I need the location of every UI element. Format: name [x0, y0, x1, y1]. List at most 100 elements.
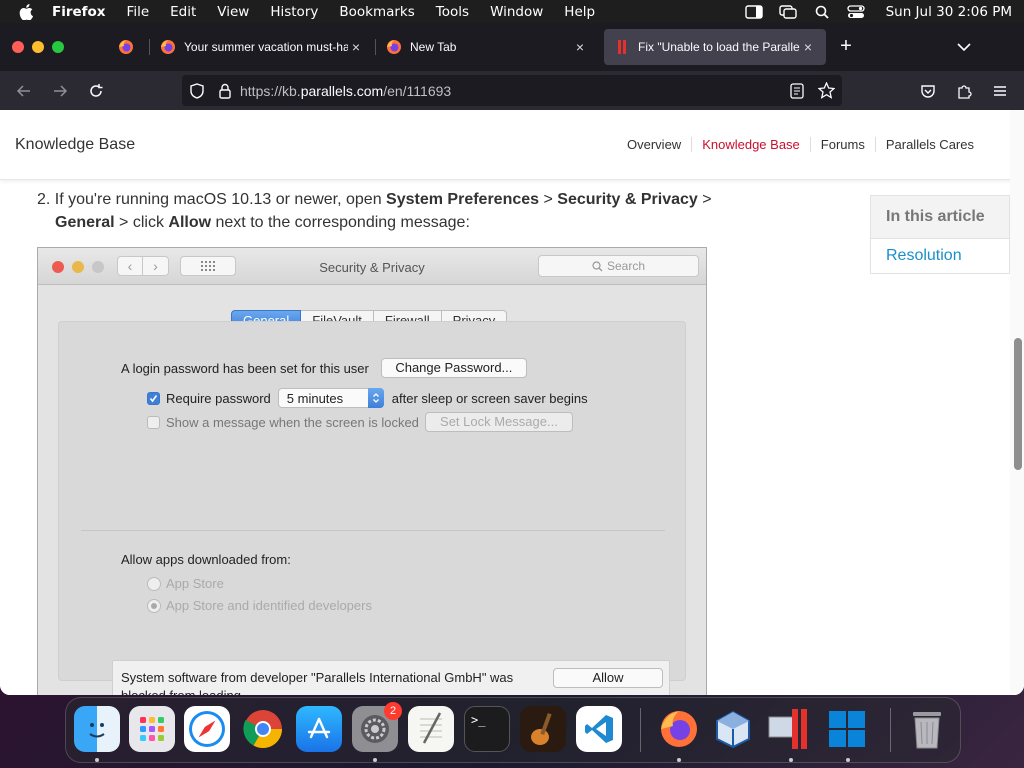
lock-icon[interactable] — [218, 83, 232, 99]
nav-parallels-cares[interactable]: Parallels Cares — [874, 137, 984, 152]
radio-selected-icon — [147, 598, 161, 613]
firefox-icon[interactable] — [656, 706, 702, 752]
allow-apps-label: Allow apps downloaded from: — [121, 552, 291, 567]
toc-link-resolution[interactable]: Resolution — [871, 239, 1009, 273]
dock: 2 >_ — [65, 697, 961, 763]
safari-icon[interactable] — [184, 706, 230, 752]
finder-icon[interactable] — [74, 706, 120, 752]
table-of-contents: In this article Resolution — [870, 195, 1010, 274]
extensions-puzzle-icon[interactable] — [952, 79, 976, 103]
forward-arrow-icon[interactable] — [48, 79, 72, 103]
screenshot-titlebar: ‹ › Security & Privacy Search — [38, 248, 706, 285]
back-arrow-icon[interactable] — [12, 79, 36, 103]
step-text: If you're running macOS 10.13 or newer, … — [54, 191, 387, 208]
sidebar-toggle-icon[interactable] — [744, 4, 764, 20]
article-content: 2. If you're running macOS 10.13 or newe… — [0, 180, 1010, 695]
firefox-icon — [119, 40, 133, 54]
control-center-icon[interactable] — [846, 4, 866, 20]
tracking-protection-shield-icon[interactable] — [190, 82, 206, 99]
radio-unselected-icon — [147, 576, 161, 591]
firefox-icon — [387, 40, 401, 54]
page-scrollbar-thumb[interactable] — [1014, 338, 1022, 470]
menu-view[interactable]: View — [217, 4, 249, 20]
menu-app-name[interactable]: Firefox — [52, 4, 106, 20]
dock-separator — [640, 708, 641, 752]
menu-window[interactable]: Window — [490, 4, 543, 20]
tab-summer-vacation[interactable]: Your summer vacation must-hav × — [150, 29, 374, 65]
zoom-window-button[interactable] — [52, 41, 64, 53]
hamburger-menu-icon[interactable] — [988, 79, 1012, 103]
menu-history[interactable]: History — [270, 4, 318, 20]
menu-file[interactable]: File — [127, 4, 150, 20]
step-text: > click — [114, 214, 169, 231]
menu-edit[interactable]: Edit — [170, 4, 196, 20]
url-text: https://kb.parallels.com/en/111693 — [240, 83, 451, 99]
apple-icon[interactable] — [16, 3, 36, 20]
system-settings-icon[interactable]: 2 — [352, 702, 402, 752]
spotlight-search-icon[interactable] — [812, 4, 832, 20]
trash-icon[interactable] — [904, 706, 950, 752]
tab-title: New Tab — [410, 40, 457, 54]
require-password-label: Require password — [166, 390, 271, 406]
step-bold-allow: Allow — [168, 214, 212, 231]
bookmark-star-icon[interactable] — [817, 81, 836, 104]
menu-tools[interactable]: Tools — [436, 4, 469, 20]
textedit-icon[interactable] — [408, 706, 454, 752]
step-separator: > — [539, 191, 558, 208]
nav-overview[interactable]: Overview — [617, 137, 691, 152]
popup-arrows-icon — [367, 388, 384, 408]
url-prefix: https://kb. — [240, 82, 301, 99]
navigation-toolbar: https://kb.parallels.com/en/111693 — [0, 71, 1024, 110]
url-host: parallels.com — [300, 82, 384, 99]
tab-close-icon[interactable]: × — [572, 39, 588, 55]
menubar-clock[interactable]: Sun Jul 30 2:06 PM — [886, 4, 1012, 20]
radio-app-store-label: App Store — [166, 576, 224, 591]
tab-parallels-active[interactable]: Fix "Unable to load the Parallels × — [604, 29, 826, 65]
garageband-icon[interactable] — [520, 706, 566, 752]
terminal-icon[interactable]: >_ — [464, 706, 510, 752]
window-controls — [12, 41, 102, 53]
firefox-window: Your summer vacation must-hav × New Tab … — [0, 23, 1024, 695]
url-path: /en/111693 — [383, 82, 452, 99]
web-page: Knowledge Base Overview Knowledge Base F… — [0, 110, 1024, 695]
checkbox-checked-icon — [147, 391, 160, 405]
running-indicator — [95, 758, 99, 762]
tab-close-icon[interactable]: × — [348, 39, 364, 55]
reader-view-icon[interactable] — [790, 83, 804, 104]
radio-app-store-row: App Store — [147, 576, 224, 591]
site-title[interactable]: Knowledge Base — [15, 136, 135, 154]
parallels-icon[interactable] — [766, 706, 812, 752]
vscode-icon[interactable] — [576, 706, 622, 752]
list-all-tabs-chevron-icon[interactable] — [954, 37, 974, 57]
tab-close-icon[interactable]: × — [800, 39, 816, 55]
url-bar[interactable]: https://kb.parallels.com/en/111693 — [182, 75, 842, 106]
new-tab-button[interactable]: + — [836, 35, 856, 59]
chrome-icon[interactable] — [240, 706, 286, 752]
running-indicator — [677, 758, 681, 762]
notification-badge: 2 — [384, 702, 402, 720]
minimize-window-button[interactable] — [32, 41, 44, 53]
launchpad-icon[interactable] — [129, 706, 175, 752]
login-password-row: A login password has been set for this u… — [121, 358, 527, 378]
step-bold-security-privacy: Security & Privacy — [557, 191, 698, 208]
pinned-tab[interactable] — [104, 31, 148, 63]
page-scrollbar[interactable] — [1010, 110, 1024, 695]
close-window-button[interactable] — [12, 41, 24, 53]
tab-bar: Your summer vacation must-hav × New Tab … — [0, 23, 1024, 71]
virtualbox-icon[interactable] — [710, 706, 756, 752]
pocket-icon[interactable] — [916, 79, 940, 103]
reload-icon[interactable] — [84, 79, 108, 103]
tab-new-tab[interactable]: New Tab × — [376, 29, 598, 65]
login-password-text: A login password has been set for this u… — [121, 360, 369, 376]
change-password-button: Change Password... — [380, 358, 527, 378]
screen-mirroring-icon[interactable] — [778, 4, 798, 20]
windows-icon[interactable] — [824, 706, 870, 752]
tab-title: Your summer vacation must-hav — [184, 40, 348, 54]
menu-bookmarks[interactable]: Bookmarks — [339, 4, 414, 20]
nav-forums[interactable]: Forums — [809, 137, 875, 152]
blocked-software-text: System software from developer "Parallel… — [121, 670, 514, 695]
menu-help[interactable]: Help — [564, 4, 595, 20]
nav-knowledge-base[interactable]: Knowledge Base — [691, 137, 810, 152]
require-password-row: Require password 5 minutes after sleep o… — [147, 388, 588, 408]
app-store-icon[interactable] — [296, 706, 342, 752]
